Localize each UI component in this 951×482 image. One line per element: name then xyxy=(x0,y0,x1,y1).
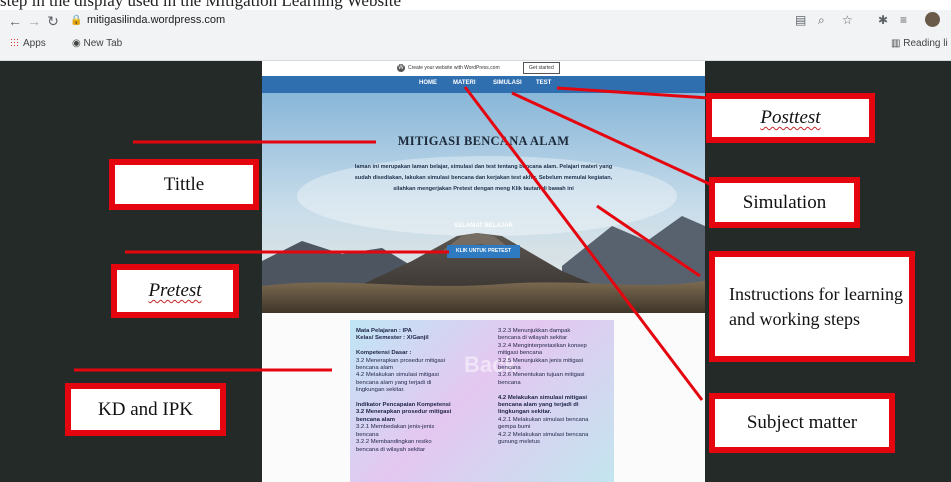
callout-posttest: Posttest xyxy=(706,93,875,143)
callout-subject-matter: Subject matter xyxy=(709,393,895,453)
callout-tittle: Tittle xyxy=(109,159,259,210)
callout-kd-ipk: KD and IPK xyxy=(65,383,226,436)
callout-instructions: Instructions for learning and working st… xyxy=(709,251,915,362)
callout-pretest: Pretest xyxy=(111,264,239,318)
instructions-line xyxy=(596,204,701,278)
subject-matter-line xyxy=(463,86,704,401)
posttest-line xyxy=(556,86,710,100)
callout-simulation: Simulation xyxy=(709,177,860,228)
simulation-line xyxy=(511,91,715,188)
